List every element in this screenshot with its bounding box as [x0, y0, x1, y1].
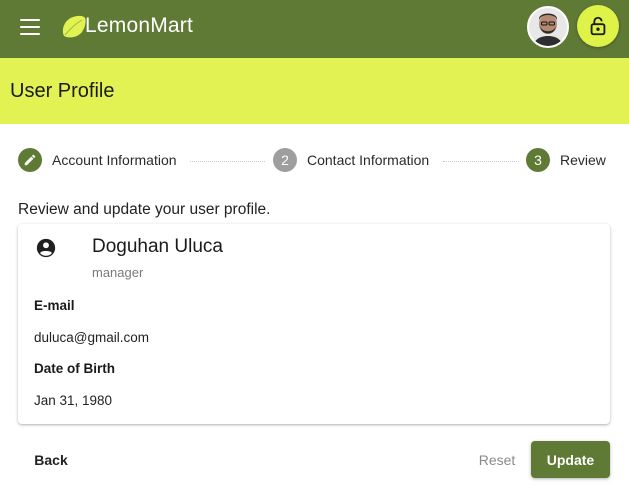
step-review[interactable]: 3 Review [526, 148, 606, 172]
user-role: manager [92, 265, 144, 280]
step-label: Account Information [52, 152, 177, 168]
lemon-logo-icon[interactable] [58, 12, 88, 42]
dob-value: Jan 31, 1980 [34, 393, 113, 408]
reset-button[interactable]: Reset [468, 444, 526, 476]
pencil-icon [24, 154, 36, 166]
email-value: duluca@gmail.com [34, 330, 150, 345]
logout-button[interactable] [577, 5, 619, 47]
update-button[interactable]: Update [531, 441, 610, 478]
page-header: User Profile [0, 58, 629, 124]
user-photo [529, 8, 567, 46]
step-contact-information[interactable]: 2 Contact Information [273, 148, 429, 172]
step-indicator: 2 [273, 148, 297, 172]
page-title: User Profile [10, 79, 115, 102]
step-label: Contact Information [307, 152, 430, 168]
step-account-information[interactable]: Account Information [18, 148, 177, 172]
user-name: Doguhan Uluca [92, 236, 223, 257]
menu-icon[interactable] [20, 19, 40, 35]
avatar[interactable] [527, 6, 569, 48]
profile-summary-card: Doguhan Uluca manager E-mail duluca@gmai… [18, 224, 610, 424]
app-title[interactable]: LemonMart [85, 14, 193, 38]
email-label: E-mail [34, 298, 75, 313]
back-button[interactable]: Back [22, 444, 80, 476]
lock-open-icon [590, 16, 606, 36]
step-label: Review [560, 152, 606, 168]
review-intro: Review and update your user profile. [18, 201, 271, 218]
step-indicator [18, 148, 42, 172]
stepper: Account Information 2 Contact Informatio… [0, 146, 629, 178]
step-connector [443, 161, 519, 162]
step-indicator: 3 [526, 148, 550, 172]
dob-label: Date of Birth [34, 361, 115, 376]
step-connector [190, 161, 265, 162]
top-toolbar: LemonMart [0, 0, 629, 58]
account-circle-icon [36, 238, 56, 258]
